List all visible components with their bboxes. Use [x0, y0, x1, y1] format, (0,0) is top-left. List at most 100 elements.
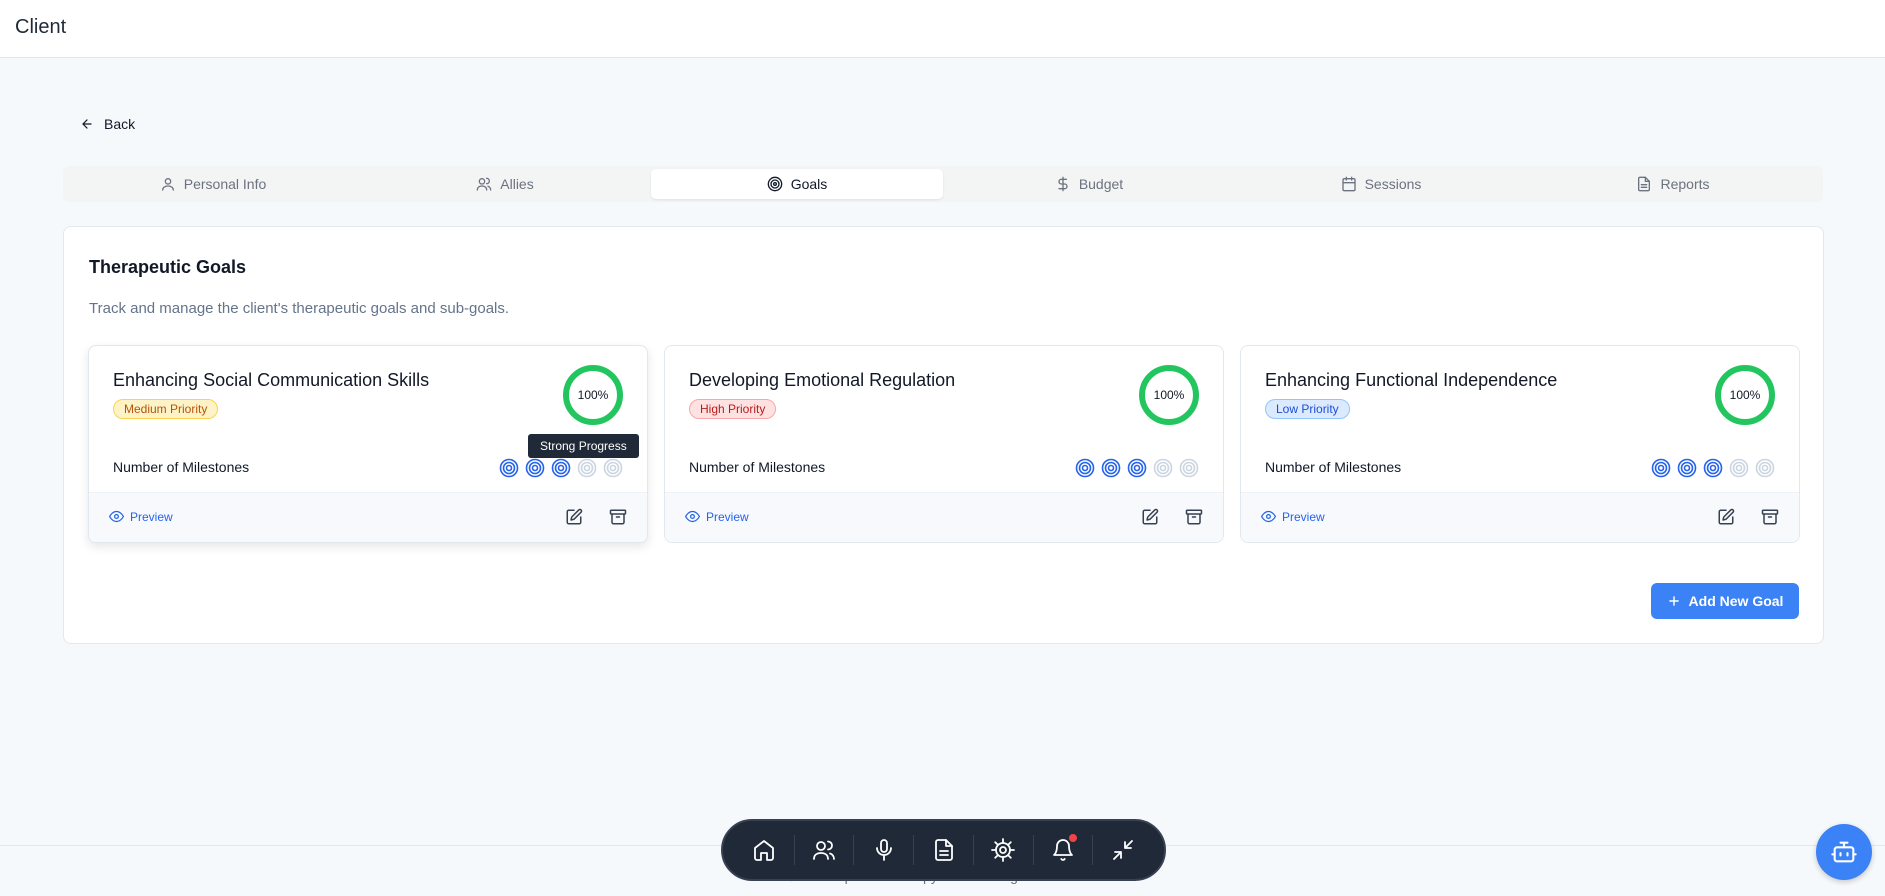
settings-icon: [991, 838, 1016, 862]
card-footer: Preview: [1241, 492, 1799, 542]
edit-icon: [566, 508, 583, 525]
archive-button[interactable]: [1761, 508, 1779, 526]
bot-icon: [1831, 841, 1857, 863]
minimize-icon: [1112, 840, 1133, 860]
tab-reports[interactable]: Reports: [1527, 169, 1819, 199]
goal-card[interactable]: Enhancing Functional Independence Low Pr…: [1240, 345, 1800, 543]
tab-personal-info[interactable]: Personal Info: [67, 169, 359, 199]
milestone-complete-icon[interactable]: [1127, 458, 1147, 478]
milestone-complete-icon[interactable]: [499, 458, 519, 478]
target-icon: [767, 176, 783, 192]
top-bar: Client: [0, 0, 1885, 58]
plus-icon: [1668, 596, 1679, 606]
tab-sessions[interactable]: Sessions: [1235, 169, 1527, 199]
dock-documents-button[interactable]: [914, 828, 973, 872]
preview-button[interactable]: Preview: [685, 509, 749, 524]
progress-ring: 100%: [563, 365, 623, 425]
archive-icon: [609, 509, 627, 525]
assistant-bot-button[interactable]: [1816, 824, 1872, 880]
milestone-complete-icon[interactable]: [1651, 458, 1671, 478]
milestone-pending-icon[interactable]: [1153, 458, 1173, 478]
add-new-goal-button[interactable]: Add New Goal: [1651, 583, 1799, 619]
tab-label: Goals: [790, 176, 828, 192]
panel-title: Therapeutic Goals: [89, 257, 247, 277]
milestones-label: Number of Milestones: [1265, 459, 1402, 475]
dock-notifications-button[interactable]: [1034, 828, 1093, 872]
milestone-complete-icon[interactable]: [525, 458, 545, 478]
milestone-pending-icon[interactable]: [603, 458, 623, 478]
tab-label: Sessions: [1364, 176, 1422, 192]
edit-icon: [1142, 508, 1159, 525]
milestone-pending-icon[interactable]: [577, 458, 597, 478]
tab-label: Reports: [1660, 176, 1710, 192]
edit-icon: [1718, 508, 1735, 525]
document-icon: [934, 839, 953, 861]
add-goal-label: Add New Goal: [1688, 593, 1784, 609]
back-label: Back: [104, 116, 136, 132]
milestone-indicators: [1651, 458, 1775, 478]
milestones-label: Number of Milestones: [113, 459, 250, 475]
milestone-complete-icon[interactable]: [1101, 458, 1121, 478]
archive-icon: [1761, 509, 1779, 525]
microphone-icon: [875, 839, 892, 861]
home-icon: [754, 840, 775, 861]
file-icon: [1638, 176, 1651, 192]
progress-ring: 100%: [1715, 365, 1775, 425]
edit-button[interactable]: [565, 508, 583, 526]
preview-label: Preview: [706, 509, 749, 524]
dock-settings-button[interactable]: [974, 828, 1033, 872]
goal-title: Enhancing Functional Independence: [1265, 370, 1558, 390]
milestone-pending-icon[interactable]: [1729, 458, 1749, 478]
priority-badge: Medium Priority: [113, 399, 219, 419]
tab-goals[interactable]: Goals: [651, 169, 943, 199]
users-icon: [813, 840, 835, 860]
calendar-icon: [1341, 176, 1356, 192]
eye-icon: [685, 510, 700, 523]
goal-title: Enhancing Social Communication Skills: [113, 370, 430, 390]
card-footer: Preview: [665, 492, 1223, 542]
milestone-complete-icon[interactable]: [1703, 458, 1723, 478]
preview-button[interactable]: Preview: [109, 509, 173, 524]
back-button[interactable]: Back: [80, 114, 135, 134]
priority-badge: Low Priority: [1265, 399, 1350, 419]
goals-panel: Therapeutic Goals Track and manage the c…: [63, 226, 1824, 644]
archive-button[interactable]: [1185, 508, 1203, 526]
page-title: Client: [15, 16, 67, 38]
progress-ring: 100%: [1139, 365, 1199, 425]
user-icon: [161, 178, 174, 191]
milestones-label: Number of Milestones: [689, 459, 826, 475]
notification-dot: [1066, 832, 1079, 844]
edit-button[interactable]: [1717, 508, 1735, 526]
preview-label: Preview: [130, 509, 173, 524]
goal-title: Developing Emotional Regulation: [689, 370, 956, 390]
goal-card[interactable]: Developing Emotional Regulation High Pri…: [664, 345, 1224, 543]
milestone-indicators: [1075, 458, 1199, 478]
eye-icon: [109, 510, 124, 523]
milestone-pending-icon[interactable]: [1179, 458, 1199, 478]
tab-bar: Personal Info Allies Goals Budget Sessio…: [63, 166, 1823, 202]
edit-button[interactable]: [1141, 508, 1159, 526]
milestone-pending-icon[interactable]: [1755, 458, 1775, 478]
card-footer: Preview: [89, 492, 647, 542]
panel-subtitle: Track and manage the client's therapeuti…: [89, 300, 510, 317]
tab-label: Personal Info: [183, 176, 267, 192]
eye-icon: [1261, 510, 1276, 523]
preview-button[interactable]: Preview: [1261, 509, 1325, 524]
dock-clients-button[interactable]: [795, 828, 854, 872]
priority-badge: High Priority: [689, 399, 777, 419]
dock-record-button[interactable]: [854, 828, 913, 872]
tab-budget[interactable]: Budget: [943, 169, 1235, 199]
tab-label: Allies: [500, 176, 534, 192]
arrow-left-icon: [82, 119, 92, 129]
milestone-complete-icon[interactable]: [1677, 458, 1697, 478]
archive-icon: [1185, 509, 1203, 525]
dock-home-button[interactable]: [735, 828, 794, 872]
bottom-dock: [721, 819, 1166, 881]
dock-minimize-button[interactable]: [1093, 828, 1152, 872]
preview-label: Preview: [1282, 509, 1325, 524]
archive-button[interactable]: [609, 508, 627, 526]
tab-label: Budget: [1078, 176, 1124, 192]
milestone-complete-icon[interactable]: [1075, 458, 1095, 478]
milestone-complete-icon[interactable]: [551, 458, 571, 478]
tab-allies[interactable]: Allies: [359, 169, 651, 199]
